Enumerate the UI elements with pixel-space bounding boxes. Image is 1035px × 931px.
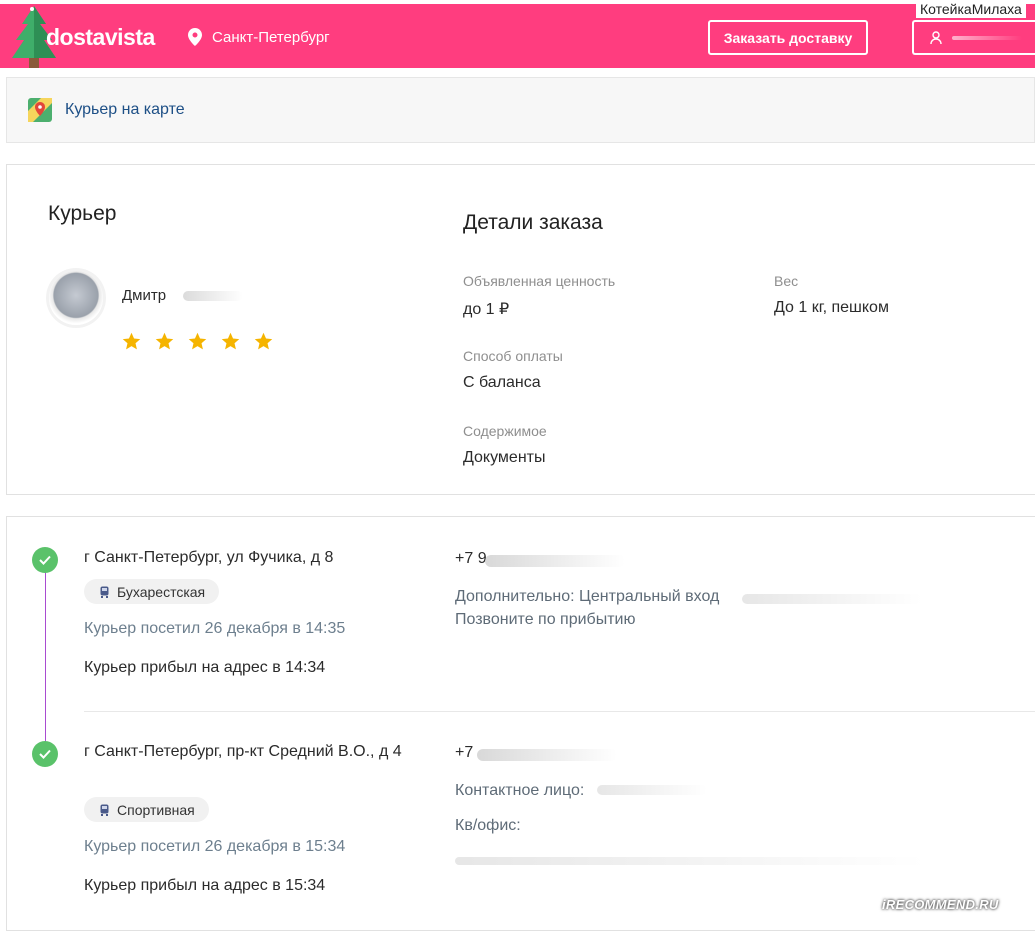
phone-redacted-1 bbox=[485, 555, 625, 567]
star-icon bbox=[188, 332, 207, 350]
phone-1: +7 9 bbox=[455, 550, 487, 567]
route-line bbox=[45, 567, 46, 752]
route-card: г Санкт-Петербург, ул Фучика, д 8 Бухаре… bbox=[6, 516, 1035, 931]
courier-avatar bbox=[49, 271, 103, 325]
arrived-time-1: Курьер прибыл на адрес в 14:34 bbox=[84, 659, 326, 676]
route-divider bbox=[84, 711, 1035, 712]
metro-icon bbox=[100, 804, 109, 816]
check-icon bbox=[32, 547, 58, 573]
user-name bbox=[952, 35, 1022, 40]
star-icon bbox=[155, 332, 174, 350]
declared-value: до 1 ₽ bbox=[463, 301, 510, 318]
declared-value-label: Объявленная ценность bbox=[463, 273, 616, 289]
courier-name: Дмитр bbox=[122, 287, 167, 304]
location-pin-icon bbox=[188, 28, 202, 46]
route-address-2: г Санкт-Петербург, пр-кт Средний В.О., д… bbox=[84, 743, 402, 760]
city-selector[interactable]: Санкт-Петербург bbox=[188, 28, 330, 46]
user-icon bbox=[930, 30, 942, 44]
courier-on-map-link[interactable]: Курьер на карте bbox=[6, 77, 1035, 143]
order-delivery-button[interactable]: Заказать доставку bbox=[708, 20, 868, 55]
extra-info-2: Позвоните по прибытию bbox=[455, 611, 636, 628]
star-icon bbox=[122, 332, 141, 350]
phone-2: +7 bbox=[455, 744, 474, 761]
check-icon bbox=[32, 741, 58, 767]
metro-icon bbox=[100, 586, 109, 598]
courier-on-map-label: Курьер на карте bbox=[65, 101, 185, 118]
top-header: dostavista Санкт-Петербург Заказать дост… bbox=[0, 4, 1035, 68]
payment-label: Способ оплаты bbox=[463, 348, 563, 364]
extra-info-redacted-2 bbox=[455, 857, 925, 865]
courier-name-redacted bbox=[183, 291, 243, 301]
metro-station-2: Спортивная bbox=[117, 801, 195, 818]
metro-station-1: Бухарестская bbox=[117, 583, 206, 600]
contents-label: Содержимое bbox=[463, 423, 547, 439]
visited-time-1: Курьер посетил 26 декабря в 14:35 bbox=[84, 620, 346, 637]
site-watermark: iRECOMMEND.RU bbox=[882, 897, 999, 912]
route-address-1: г Санкт-Петербург, ул Фучика, д 8 bbox=[84, 549, 334, 566]
contents-value: Документы bbox=[463, 449, 546, 466]
courier-heading: Курьер bbox=[48, 202, 117, 225]
extra-info-1: Дополнительно: Центральный вход bbox=[455, 588, 720, 605]
user-menu-button[interactable] bbox=[912, 20, 1035, 55]
extra-info-redacted bbox=[742, 594, 922, 604]
order-info-card: Курьер Дмитр Детали заказа Объявленная ц… bbox=[6, 164, 1035, 495]
city-label: Санкт-Петербург bbox=[212, 28, 330, 46]
phone-redacted-2 bbox=[477, 749, 617, 761]
brand-logo[interactable]: dostavista bbox=[46, 24, 155, 51]
star-icon bbox=[254, 332, 273, 350]
visited-time-2: Курьер посетил 26 декабря в 15:34 bbox=[84, 838, 346, 855]
map-pin-icon bbox=[28, 98, 52, 122]
order-details-heading: Детали заказа bbox=[463, 211, 603, 234]
contact-label: Контактное лицо: bbox=[455, 782, 585, 799]
weight-label: Вес bbox=[774, 273, 799, 289]
metro-badge-2: Спортивная bbox=[84, 797, 209, 822]
payment-value: С баланса bbox=[463, 374, 541, 391]
metro-badge-1: Бухарестская bbox=[84, 579, 220, 604]
weight-value: До 1 кг, пешком bbox=[774, 299, 889, 316]
courier-rating bbox=[121, 331, 274, 352]
office-label: Кв/офис: bbox=[455, 817, 521, 834]
star-icon bbox=[221, 332, 240, 350]
author-watermark: КотейкаМилаха bbox=[916, 0, 1026, 18]
arrived-time-2: Курьер прибыл на адрес в 15:34 bbox=[84, 877, 326, 894]
contact-redacted bbox=[597, 785, 707, 795]
